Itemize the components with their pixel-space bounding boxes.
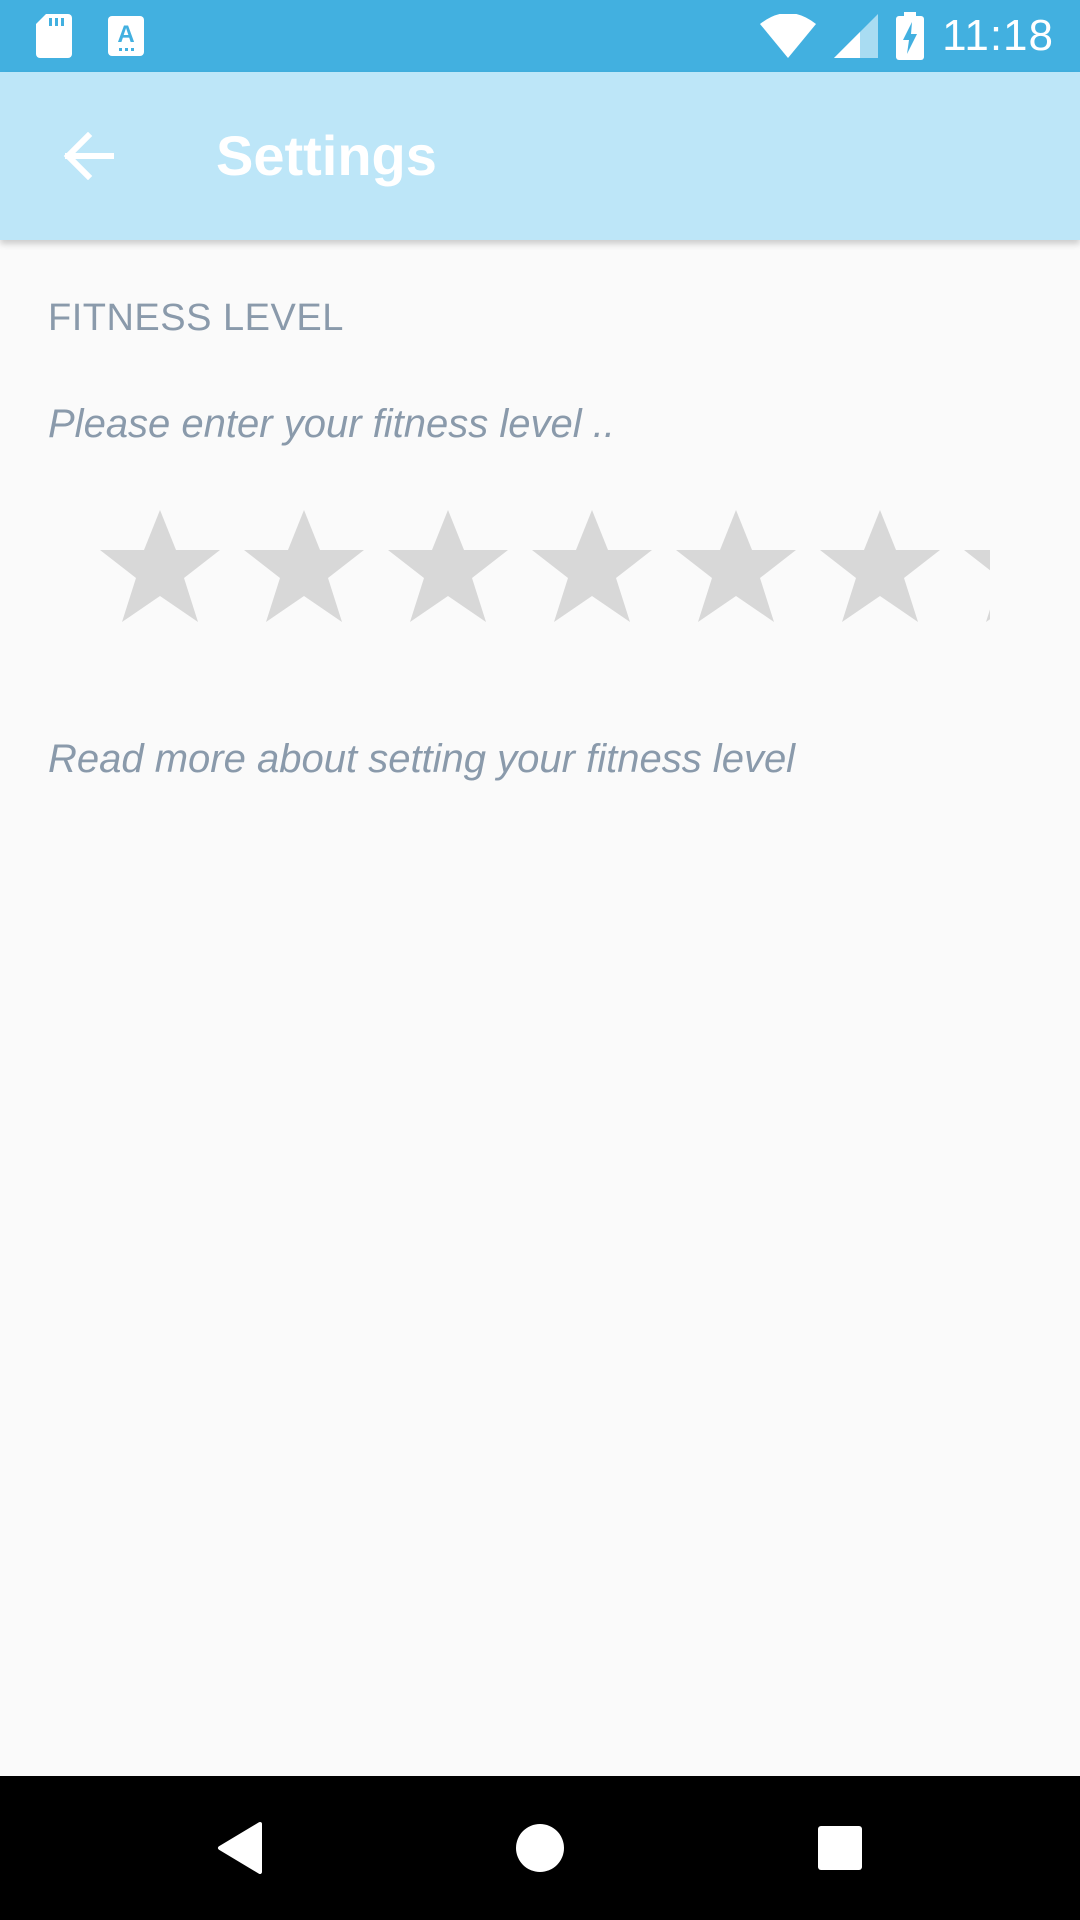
keyboard-a-icon: A [108, 16, 144, 56]
battery-charging-icon [896, 12, 925, 60]
status-bar: A 11:18 [0, 0, 1080, 72]
system-nav-bar [0, 1776, 1080, 1920]
clock: 11:18 [942, 11, 1054, 60]
home-circle-icon [516, 1824, 564, 1872]
back-triangle-icon [218, 1822, 262, 1874]
signal-icon [834, 14, 879, 58]
arrow-left-icon [63, 132, 114, 180]
fitness-prompt: Please enter your fitness level .. [48, 402, 615, 446]
star-icon[interactable] [820, 508, 940, 628]
page-title: Settings [216, 124, 437, 187]
status-right-icons: 11:18 [760, 12, 1054, 60]
star-icon[interactable] [100, 508, 220, 628]
recents-square-icon [818, 1826, 862, 1870]
read-more-link[interactable]: Read more about setting your fitness lev… [48, 735, 795, 783]
nav-recents-button[interactable] [804, 1812, 876, 1884]
wifi-icon [760, 14, 817, 58]
back-button[interactable] [44, 112, 132, 200]
svg-text:A: A [117, 21, 134, 48]
sd-card-icon [36, 14, 72, 58]
star-icon[interactable] [388, 508, 508, 628]
section-header-fitness-level: FITNESS LEVEL [48, 297, 344, 339]
app-bar: Settings [0, 72, 1080, 240]
star-icon[interactable] [676, 508, 796, 628]
fitness-rating-bar[interactable] [100, 508, 990, 628]
status-left-icons: A [36, 14, 144, 58]
star-icon[interactable] [964, 508, 990, 628]
star-icon[interactable] [244, 508, 364, 628]
nav-back-button[interactable] [204, 1812, 276, 1884]
nav-home-button[interactable] [504, 1812, 576, 1884]
star-icon[interactable] [532, 508, 652, 628]
